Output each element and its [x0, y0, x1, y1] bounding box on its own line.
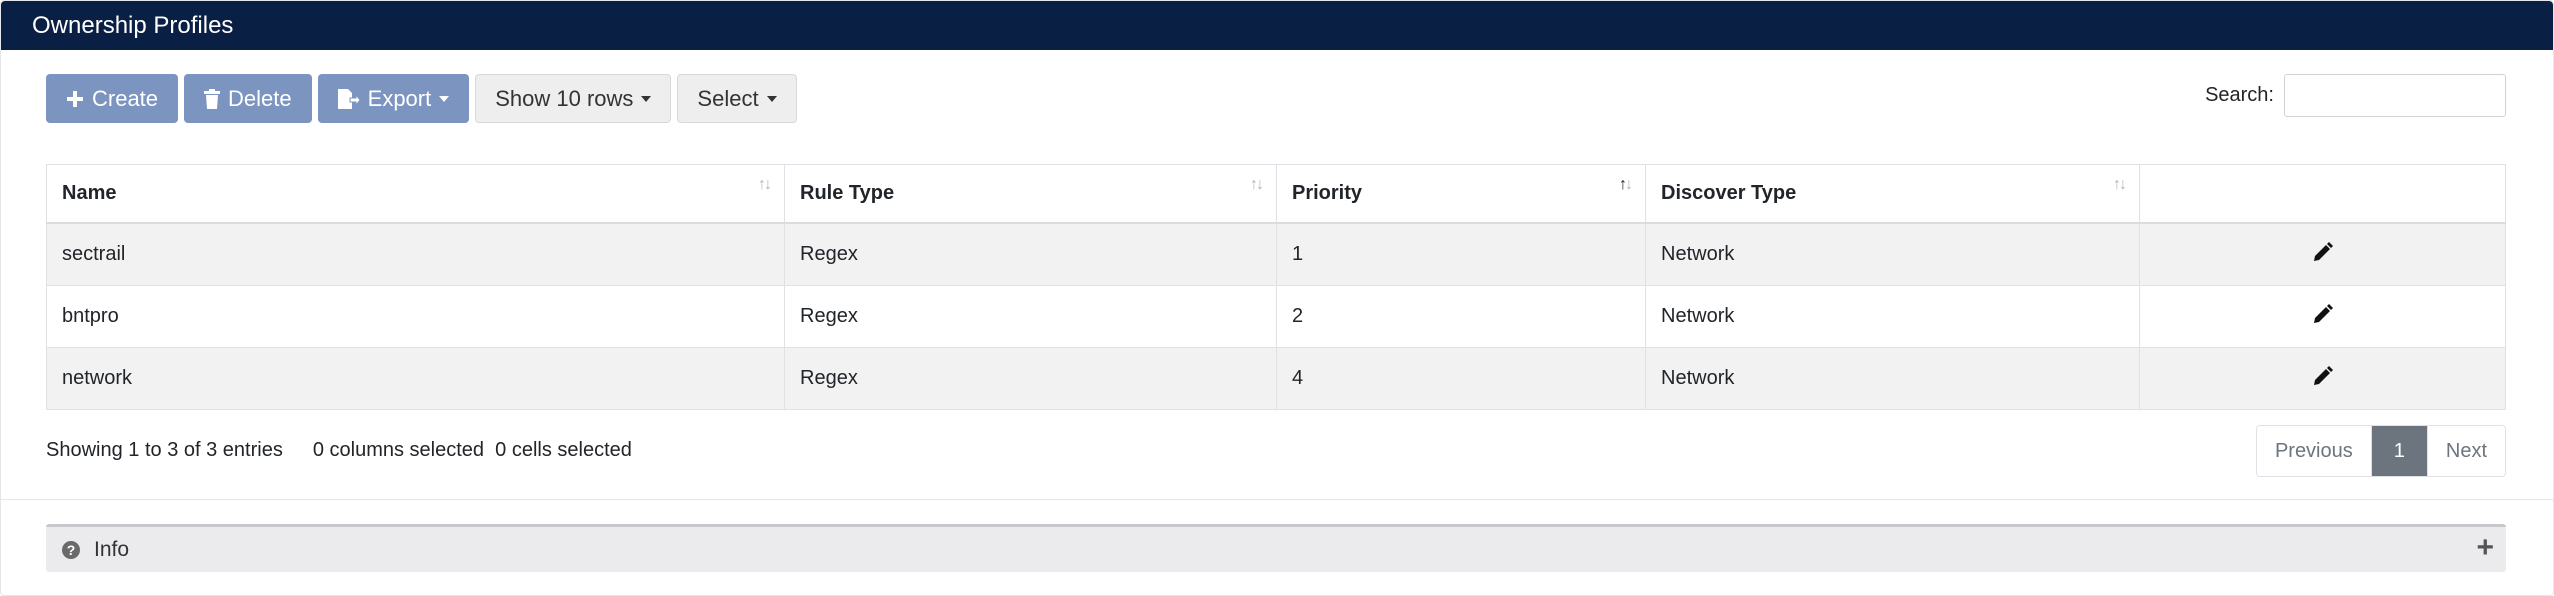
ownership-profiles-table: Name ↑↓ Rule Type ↑↓ Priority ↑↓ Discove…	[46, 164, 2506, 410]
pagination: Previous 1 Next	[2255, 425, 2506, 477]
previous-page-button[interactable]: Previous	[2256, 426, 2371, 476]
select-dropdown[interactable]: Select	[677, 74, 797, 123]
cell-priority: 2	[1276, 285, 1646, 348]
column-header-actions	[2139, 164, 2506, 224]
column-header-name[interactable]: Name ↑↓	[46, 164, 785, 224]
chevron-down-icon	[439, 95, 450, 102]
column-header-rule-type[interactable]: Rule Type ↑↓	[784, 164, 1277, 224]
question-circle-icon: ?	[62, 540, 80, 559]
cell-priority: 4	[1276, 347, 1646, 410]
sort-ascending-icon: ↑↓	[1619, 176, 1633, 193]
selection-summary: 0 columns selected 0 cells selected	[313, 439, 632, 462]
select-label: Select	[697, 85, 759, 111]
cell-discover-type: Network	[1645, 285, 2140, 348]
table-header-row: Name ↑↓ Rule Type ↑↓ Priority ↑↓ Discove…	[46, 164, 2506, 224]
table-row[interactable]: sectrail Regex 1 Network	[46, 222, 2506, 286]
cell-actions	[2139, 347, 2506, 410]
edit-pencil-icon[interactable]	[2312, 365, 2334, 392]
cell-rule-type: Regex	[784, 222, 1277, 286]
cells-selected: 0 cells selected	[495, 439, 632, 461]
sort-icon: ↑↓	[2113, 176, 2127, 193]
edit-pencil-icon[interactable]	[2312, 303, 2334, 330]
cell-name: bntpro	[46, 285, 785, 348]
cell-priority: 1	[1276, 222, 1646, 286]
panel-header: Ownership Profiles	[1, 1, 2553, 50]
page-1-button[interactable]: 1	[2370, 426, 2427, 476]
cell-rule-type: Regex	[784, 347, 1277, 410]
table-footer-info: Showing 1 to 3 of 3 entries 0 columns se…	[46, 439, 632, 462]
create-button[interactable]: Create	[46, 74, 179, 123]
entries-summary: Showing 1 to 3 of 3 entries	[46, 439, 283, 461]
sort-icon: ↑↓	[758, 176, 772, 193]
file-export-icon	[337, 88, 360, 109]
trash-icon	[204, 88, 221, 109]
cell-actions	[2139, 222, 2506, 286]
columns-selected: 0 columns selected	[312, 439, 485, 461]
plus-icon	[66, 90, 84, 108]
show-rows-label: Show 10 rows	[495, 85, 634, 111]
cell-actions	[2139, 285, 2506, 348]
column-header-discover-type[interactable]: Discover Type ↑↓	[1645, 164, 2140, 224]
cell-name: network	[46, 347, 785, 410]
cell-name: sectrail	[46, 222, 785, 286]
show-rows-dropdown[interactable]: Show 10 rows	[475, 74, 672, 123]
toolbar: Create Delete Export Show 10 rows Select	[46, 74, 797, 123]
create-label: Create	[92, 85, 159, 111]
search-input[interactable]	[2284, 74, 2506, 117]
delete-button[interactable]: Delete	[184, 74, 312, 123]
cell-discover-type: Network	[1645, 222, 2140, 286]
chevron-down-icon	[766, 95, 777, 102]
export-label: Export	[367, 85, 432, 111]
ownership-profiles-panel: Ownership Profiles Create Delete Export …	[0, 0, 2554, 596]
sort-icon: ↑↓	[1250, 176, 1264, 193]
table-row[interactable]: bntpro Regex 2 Network	[46, 285, 2506, 348]
chevron-down-icon	[641, 95, 652, 102]
divider	[1, 499, 2553, 500]
info-collapsible[interactable]: ? Info +	[46, 524, 2506, 572]
delete-label: Delete	[228, 85, 292, 111]
edit-pencil-icon[interactable]	[2312, 241, 2334, 268]
column-header-priority[interactable]: Priority ↑↓	[1276, 164, 1646, 224]
cell-rule-type: Regex	[784, 285, 1277, 348]
search-label: Search:	[2205, 84, 2274, 106]
page-title: Ownership Profiles	[32, 11, 234, 39]
export-button[interactable]: Export	[317, 74, 470, 123]
next-page-button[interactable]: Next	[2426, 426, 2505, 476]
cell-discover-type: Network	[1645, 347, 2140, 410]
search-container: Search:	[2205, 74, 2506, 117]
table-row[interactable]: network Regex 4 Network	[46, 347, 2506, 410]
info-label: Info	[94, 537, 130, 561]
expand-plus-icon[interactable]: +	[2476, 531, 2494, 565]
